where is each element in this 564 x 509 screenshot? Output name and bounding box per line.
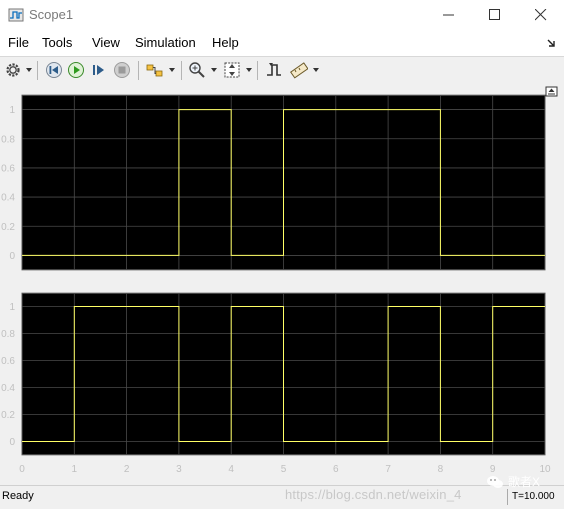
x-tick-label: 3 [176, 464, 182, 475]
y-tick-label: 0.4 [1, 383, 15, 394]
scope-app-icon [8, 8, 24, 22]
window-title: Scope1 [29, 7, 74, 22]
step-back-icon[interactable] [45, 61, 63, 79]
simulation-time: T=10.000 [512, 491, 555, 502]
x-tick-label: 7 [385, 464, 391, 475]
y-tick-label: 0.8 [1, 134, 15, 145]
measurements-dropdown-icon[interactable] [313, 68, 319, 72]
scope-axes-2[interactable]: 00.20.40.60.810 1 2 3 4 5 6 7 8 9 10 [1, 292, 551, 475]
stop-icon[interactable] [113, 61, 131, 79]
measurements-icon[interactable] [290, 61, 308, 79]
y-tick-label: 0.6 [1, 163, 15, 174]
x-tick-label: 5 [281, 464, 287, 475]
y-tick-label: 1 [9, 302, 15, 313]
y-tick-label: 0 [9, 251, 15, 262]
x-tick-label: 4 [228, 464, 234, 475]
toolbar-separator [37, 61, 38, 80]
y-tick-label: 0.4 [1, 193, 15, 204]
y-tick-label: 1 [9, 105, 15, 116]
x-tick-label: 1 [72, 464, 78, 475]
y-tick-label: 0.2 [1, 410, 15, 421]
toolbar [0, 56, 564, 86]
watermark-brand: 歌者X [508, 475, 541, 489]
gear-icon[interactable] [4, 61, 22, 79]
menu-view[interactable]: View [92, 35, 120, 50]
maximize-icon [489, 9, 500, 20]
x-tick-label: 2 [124, 464, 130, 475]
title-bar: Scope1 [0, 0, 564, 30]
y-tick-label: 0.6 [1, 356, 15, 367]
run-icon[interactable] [67, 61, 85, 79]
zoom-icon[interactable] [188, 61, 206, 79]
status-separator [507, 489, 508, 505]
x-tick-label: 8 [438, 464, 444, 475]
menu-file[interactable]: File [8, 35, 29, 50]
x-tick-label: 0 [19, 464, 25, 475]
y-tick-label: 0 [9, 437, 15, 448]
scope-axes-1[interactable]: 0 0.2 0.4 0.6 0.8 1 [1, 94, 546, 271]
highlight-block-icon[interactable] [146, 61, 164, 79]
status-text: Ready [2, 490, 34, 502]
dock-arrow-icon[interactable] [546, 38, 556, 48]
minimize-button[interactable] [426, 0, 472, 30]
x-tick-label: 6 [333, 464, 339, 475]
maximize-button[interactable] [472, 0, 518, 30]
close-button[interactable] [518, 0, 564, 30]
toolbar-separator [138, 61, 139, 80]
step-forward-icon[interactable] [90, 61, 108, 79]
autoscale-icon[interactable] [223, 61, 241, 79]
highlight-dropdown-icon[interactable] [169, 68, 175, 72]
zoom-dropdown-icon[interactable] [211, 68, 217, 72]
y-tick-label: 0.2 [1, 222, 15, 233]
minimize-icon [443, 14, 454, 16]
autoscale-dropdown-icon[interactable] [246, 68, 252, 72]
trigger-icon[interactable] [265, 61, 283, 79]
menu-tools[interactable]: Tools [42, 35, 72, 50]
settings-dropdown-icon[interactable] [26, 68, 32, 72]
scope-plots: 00.20.40.60.81 00.20.40.60.810 1 2 3 4 5 6 7 8 9 1… [1, 86, 558, 475]
status-bar: Ready T=10.000 [0, 485, 564, 509]
close-icon [535, 9, 547, 21]
menu-help[interactable]: Help [212, 35, 239, 50]
wechat-icon [487, 476, 503, 488]
scope-display: 0 0.2 0.4 0.6 0.8 1 0 0.2 0.4 0.6 0.8 1 0 1 2 3 4 5 6 7 8 9 1… [0, 85, 564, 485]
menu-bar: File Tools View Simulation Help [0, 30, 564, 54]
toolbar-separator [181, 61, 182, 80]
undock-icon[interactable] [545, 86, 558, 97]
toolbar-separator [257, 61, 258, 80]
menu-simulation[interactable]: Simulation [135, 35, 196, 50]
x-tick-label: 10 [539, 464, 551, 475]
watermark-url: https://blog.csdn.net/weixin_4 [285, 487, 462, 502]
y-tick-label: 0.8 [1, 329, 15, 340]
